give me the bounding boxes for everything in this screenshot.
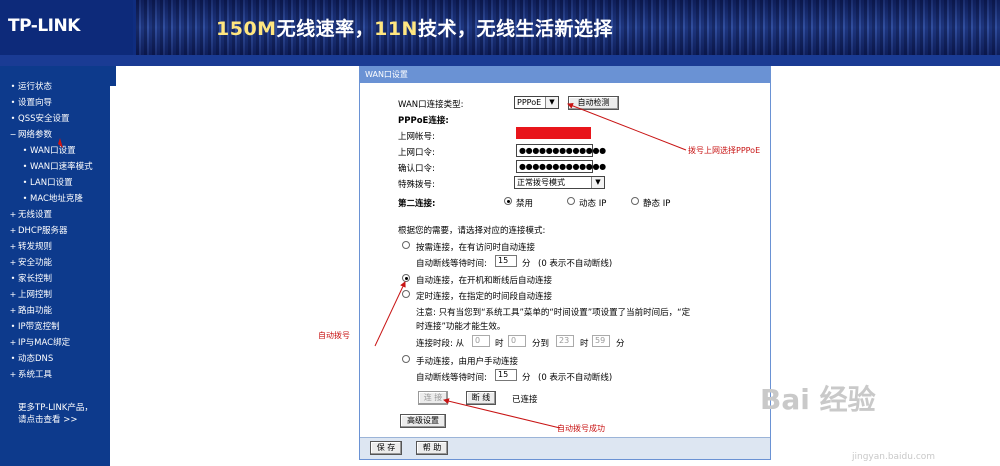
more-products-link[interactable]: 更多TP-LINK产品， 请点击查看 >> xyxy=(18,402,93,426)
start-hour-input[interactable]: 0 xyxy=(472,335,490,347)
header-bar: TP-LINK 150M无线速率，11N技术，无线生活新选择 xyxy=(0,0,1000,66)
idle-unit: 分 xyxy=(522,259,531,269)
conn-type-select[interactable]: PPPoE ▼ xyxy=(514,96,559,109)
annotation-pppoe: 拨号上网选择PPPoE xyxy=(688,146,761,155)
disconnect-button[interactable]: 断 线 xyxy=(466,391,496,405)
second-dynamic-label: 动态 IP xyxy=(579,199,607,209)
sidebar-item-access-control[interactable]: + 上网控制 xyxy=(0,287,110,303)
second-static-radio[interactable] xyxy=(631,197,639,205)
end-hour-unit: 时 xyxy=(580,339,589,349)
mode-auto-radio[interactable] xyxy=(402,274,410,282)
pppoe-label: PPPoE连接: xyxy=(398,116,449,126)
conn-type-label: WAN口连接类型: xyxy=(398,100,464,110)
chevron-down-icon: ▼ xyxy=(545,97,558,108)
password-input[interactable]: ●●●●●●●●●●●●● xyxy=(516,144,606,157)
auto-detect-button[interactable]: 自动检测 xyxy=(568,96,619,110)
sidebar-item-status[interactable]: • 运行状态 xyxy=(0,79,110,95)
mode-on-demand-label: 按需连接，在有访问时自动连接 xyxy=(416,243,536,253)
end-minute-input[interactable]: 59 xyxy=(592,335,610,347)
second-disabled-radio[interactable] xyxy=(504,197,512,205)
annotation-auto-dial: 自动拨号 xyxy=(318,331,350,340)
mode-intro: 根据您的需要，请选择对应的连接模式: xyxy=(398,226,546,236)
tp-link-logo: TP-LINK xyxy=(0,0,133,55)
confirm-label: 确认口令: xyxy=(398,164,435,174)
sidebar-item-wizard[interactable]: • 设置向导 xyxy=(0,95,110,111)
sidebar-item-mac-clone[interactable]: • MAC地址克隆 xyxy=(0,191,110,207)
annotation-dial-success: 自动拨号成功 xyxy=(557,424,605,433)
sidebar-item-wireless[interactable]: + 无线设置 xyxy=(0,207,110,223)
idle2-note: (0 表示不自动断线) xyxy=(538,373,613,383)
baidu-watermark: Bai 经验 xyxy=(760,383,876,416)
header-strip xyxy=(0,55,1000,66)
account-label: 上网帐号: xyxy=(398,132,435,142)
idle-label: 自动断线等待时间: xyxy=(416,259,487,269)
idle2-unit: 分 xyxy=(522,373,531,383)
advanced-settings-button[interactable]: 高级设置 xyxy=(400,414,446,428)
sidebar-item-system-tools[interactable]: + 系统工具 xyxy=(0,367,110,383)
start-minute-input[interactable]: 0 xyxy=(508,335,526,347)
account-input[interactable] xyxy=(516,127,591,139)
second-static-label: 静态 IP xyxy=(643,199,671,209)
mode-auto-label: 自动连接，在开机和断线后自动连接 xyxy=(416,276,553,286)
sidebar-menu: • 运行状态 • 设置向导 • QSS安全设置 − 网络参数 • WAN口设置 • WAN口… xyxy=(0,79,110,383)
idle2-input[interactable]: 15 xyxy=(495,369,517,381)
sidebar-item-wan[interactable]: • WAN口设置 xyxy=(0,143,110,159)
help-button[interactable]: 帮 助 xyxy=(416,441,448,455)
second-dynamic-radio[interactable] xyxy=(567,197,575,205)
dial-mode-label: 特殊拨号: xyxy=(398,180,435,190)
sidebar-item-security[interactable]: + 安全功能 xyxy=(0,255,110,271)
sidebar-item-bandwidth[interactable]: • IP带宽控制 xyxy=(0,319,110,335)
second-conn-label: 第二连接: xyxy=(398,199,436,209)
wan-settings-panel: WAN口设置 WAN口连接类型: PPPoE ▼ 自动检测 PPPoE连接: 上网… xyxy=(359,66,771,460)
confirm-password-input[interactable]: ●●●●●●●●●●●●● xyxy=(516,160,606,173)
start-hour-unit: 时 xyxy=(495,339,504,349)
baidu-watermark-url: jingyan.baidu.com xyxy=(852,452,936,462)
idle-note: (0 表示不自动断线) xyxy=(538,259,613,269)
second-disabled-label: 禁用 xyxy=(516,199,534,209)
password-label: 上网口令: xyxy=(398,148,435,158)
connect-button[interactable]: 连 接 xyxy=(418,391,448,405)
logo-text: TP-LINK xyxy=(8,16,80,36)
sidebar-item-qss[interactable]: • QSS安全设置 xyxy=(0,111,110,127)
period-label: 连接时段: 从 xyxy=(416,339,465,349)
dial-mode-select[interactable]: 正常拨号模式 ▼ xyxy=(514,176,605,189)
sidebar-item-lan[interactable]: • LAN口设置 xyxy=(0,175,110,191)
sidebar-item-ip-mac[interactable]: + IP与MAC绑定 xyxy=(0,335,110,351)
sidebar-item-routing[interactable]: + 路由功能 xyxy=(0,303,110,319)
panel-title: WAN口设置 xyxy=(360,67,770,83)
sidebar-item-ddns[interactable]: • 动态DNS xyxy=(0,351,110,367)
mode-manual-label: 手动连接，由用户手动连接 xyxy=(416,357,519,367)
panel-body: WAN口连接类型: PPPoE ▼ 自动检测 PPPoE连接: 上网帐号: 上网口… xyxy=(360,83,770,439)
to-label: 分到 xyxy=(532,339,550,349)
banner: 150M无线速率，11N技术，无线生活新选择 xyxy=(136,0,1000,55)
slogan: 150M无线速率，11N技术，无线生活新选择 xyxy=(216,18,613,40)
mode-timed-label: 定时连接，在指定的时间段自动连接 xyxy=(416,292,553,302)
sidebar-item-parental[interactable]: • 家长控制 xyxy=(0,271,110,287)
sidebar-item-wan-speed[interactable]: • WAN口速率模式 xyxy=(0,159,110,175)
mode-timed-radio[interactable] xyxy=(402,290,410,298)
note-line1: 注意: 只有当您到“系统工具”菜单的“时间设置”项设置了当前时间后，“定 xyxy=(416,308,691,318)
sidebar: • 运行状态 • 设置向导 • QSS安全设置 − 网络参数 • WAN口设置 • WAN口… xyxy=(0,66,116,466)
sidebar-item-network[interactable]: − 网络参数 xyxy=(0,127,110,143)
idle-input[interactable]: 15 xyxy=(495,255,517,267)
panel-footer: 保 存 帮 助 xyxy=(360,437,770,459)
mode-manual-radio[interactable] xyxy=(402,355,410,363)
note-line2: 时连接”功能才能生效。 xyxy=(416,322,506,332)
sidebar-item-forwarding[interactable]: + 转发规则 xyxy=(0,239,110,255)
sidebar-item-dhcp[interactable]: + DHCP服务器 xyxy=(0,223,110,239)
idle2-label: 自动断线等待时间: xyxy=(416,373,487,383)
connection-status: 已连接 xyxy=(512,395,538,405)
end-hour-input[interactable]: 23 xyxy=(556,335,574,347)
mode-on-demand-radio[interactable] xyxy=(402,241,410,249)
chevron-down-icon: ▼ xyxy=(591,177,604,188)
end-minute-unit: 分 xyxy=(616,339,625,349)
save-button[interactable]: 保 存 xyxy=(370,441,402,455)
